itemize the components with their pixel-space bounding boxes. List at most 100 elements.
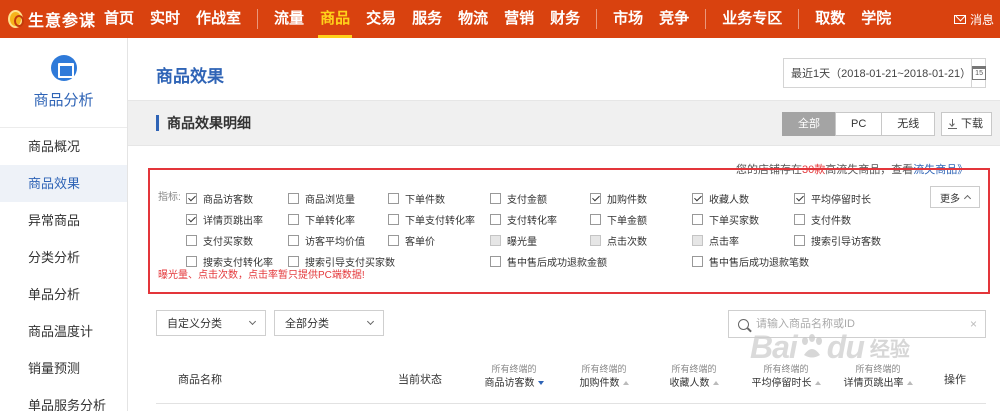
checkbox[interactable] xyxy=(692,255,703,267)
checkbox[interactable] xyxy=(590,213,601,225)
metric-checkbox-item[interactable]: 访客平均价值 xyxy=(288,232,365,248)
metric-checkbox-item[interactable]: 加购件数 xyxy=(590,190,647,206)
download-button[interactable]: 下载 xyxy=(941,112,992,136)
segment-all[interactable]: 全部 xyxy=(782,112,836,136)
checkbox[interactable] xyxy=(490,192,501,204)
col-cart[interactable]: 所有终端的 加购件数 xyxy=(564,362,644,391)
checkbox[interactable] xyxy=(388,213,399,225)
metric-checkbox-item[interactable]: 详情页跳出率 xyxy=(186,211,263,227)
search-box[interactable]: × xyxy=(728,310,986,338)
search-input[interactable] xyxy=(756,318,956,330)
table-header: 商品名称 当前状态 所有终端的 商品访客数 所有终端的 加购件数 所有终端的 收… xyxy=(156,354,986,404)
sidebar-item-thermometer[interactable]: 商品温度计 xyxy=(0,313,127,350)
metric-checkbox-item[interactable]: 商品浏览量 xyxy=(288,190,355,206)
metric-checkbox-item[interactable]: 收藏人数 xyxy=(692,190,749,206)
nav-trade[interactable]: 交易 xyxy=(358,0,404,38)
col-avg-stay[interactable]: 所有终端的 平均停留时长 xyxy=(740,362,832,391)
all-category-value: 全部分类 xyxy=(285,318,329,330)
checkbox[interactable] xyxy=(186,255,197,267)
col-bounce[interactable]: 所有终端的 详情页跳出率 xyxy=(832,362,924,391)
col-visitors[interactable]: 所有终端的 商品访客数 xyxy=(474,362,554,391)
nav-business-zone[interactable]: 业务专区 xyxy=(714,0,790,38)
checkbox[interactable] xyxy=(388,192,399,204)
checkbox[interactable] xyxy=(388,234,399,246)
checkbox[interactable] xyxy=(288,213,299,225)
nav-home[interactable]: 首页 xyxy=(96,0,142,38)
metric-checkbox-item[interactable]: 下单转化率 xyxy=(288,211,355,227)
nav-traffic[interactable]: 流量 xyxy=(266,0,312,38)
logo[interactable]: 生意参谋 xyxy=(0,0,96,38)
checkbox[interactable] xyxy=(288,255,299,267)
segment-pc[interactable]: PC xyxy=(835,112,883,136)
metric-checkbox-item[interactable]: 下单件数 xyxy=(388,190,445,206)
nav-war-room[interactable]: 作战室 xyxy=(188,0,249,38)
metric-checkbox-item[interactable]: 平均停留时长 xyxy=(794,190,871,206)
metrics-panel: 指标: 商品访客数 商品浏览量 下单件数 支付金额 加购件数 收藏人数 平均停留时长 详情页跳… xyxy=(148,168,990,294)
nav-service[interactable]: 服务 xyxy=(404,0,450,38)
nav-market[interactable]: 市场 xyxy=(605,0,651,38)
sidebar-item-abnormal[interactable]: 异常商品 xyxy=(0,202,127,239)
metric-checkbox-item[interactable]: 下单买家数 xyxy=(692,211,759,227)
checkbox[interactable] xyxy=(794,192,805,204)
metric-checkbox-item[interactable]: 售中售后成功退款金额 xyxy=(490,253,607,269)
checkbox[interactable] xyxy=(794,234,805,246)
sidebar-item-single[interactable]: 单品分析 xyxy=(0,276,127,313)
col-prefix: 所有终端的 xyxy=(671,364,717,374)
nav-message[interactable]: 消息 xyxy=(953,11,1000,28)
metric-checkbox-item[interactable]: 下单支付转化率 xyxy=(388,211,475,227)
metric-label: 下单支付转化率 xyxy=(405,215,475,227)
checkbox[interactable] xyxy=(490,213,501,225)
nav-competition[interactable]: 竞争 xyxy=(651,0,697,38)
segment-wireless[interactable]: 无线 xyxy=(881,112,936,136)
checkbox[interactable] xyxy=(794,213,805,225)
nav-marketing[interactable]: 营销 xyxy=(496,0,542,38)
metric-checkbox-item[interactable]: 点击率 xyxy=(692,232,739,248)
logo-text: 生意参谋 xyxy=(27,13,96,30)
nav-data-fetch[interactable]: 取数 xyxy=(807,0,853,38)
checkbox[interactable] xyxy=(186,192,197,204)
sidebar-item-service[interactable]: 单品服务分析 xyxy=(0,387,127,411)
metric-checkbox-item[interactable]: 支付买家数 xyxy=(186,232,253,248)
metric-checkbox-item[interactable]: 支付转化率 xyxy=(490,211,557,227)
nav-finance[interactable]: 财务 xyxy=(542,0,588,38)
metric-checkbox-item[interactable]: 搜索引导访客数 xyxy=(794,232,881,248)
sidebar-item-goods-effect[interactable]: 商品效果 xyxy=(0,165,127,202)
metric-checkbox-item[interactable]: 客单价 xyxy=(388,232,435,248)
nav-logistics[interactable]: 物流 xyxy=(450,0,496,38)
checkbox[interactable] xyxy=(590,192,601,204)
date-range-picker[interactable]: 最近1天（2018-01-21~2018-01-21） 15 xyxy=(783,58,987,88)
all-category-select[interactable]: 全部分类 xyxy=(274,310,384,336)
metric-checkbox-item[interactable]: 下单金额 xyxy=(590,211,647,227)
custom-category-select[interactable]: 自定义分类 xyxy=(156,310,266,336)
close-icon[interactable]: × xyxy=(970,317,977,331)
more-button[interactable]: 更多 xyxy=(930,186,980,208)
checkbox[interactable] xyxy=(590,234,601,246)
nav-goods[interactable]: 商品 xyxy=(312,0,358,38)
checkbox[interactable] xyxy=(692,192,703,204)
envelope-icon xyxy=(953,14,966,24)
checkbox[interactable] xyxy=(490,234,501,246)
metric-checkbox-item[interactable]: 支付件数 xyxy=(794,211,851,227)
checkbox[interactable] xyxy=(692,234,703,246)
checkbox[interactable] xyxy=(288,192,299,204)
metric-checkbox-item[interactable]: 商品访客数 xyxy=(186,190,253,206)
checkbox[interactable] xyxy=(186,213,197,225)
col-favorites[interactable]: 所有终端的 收藏人数 xyxy=(654,362,734,391)
device-segment: 全部 PC 无线 xyxy=(782,112,936,136)
checkbox[interactable] xyxy=(490,255,501,267)
metric-checkbox-item[interactable]: 点击次数 xyxy=(590,232,647,248)
metric-checkbox-item[interactable]: 售中售后成功退款笔数 xyxy=(692,253,809,269)
checkbox[interactable] xyxy=(186,234,197,246)
metric-checkbox-item[interactable]: 支付金额 xyxy=(490,190,547,206)
metric-label: 客单价 xyxy=(405,236,435,248)
checkbox[interactable] xyxy=(288,234,299,246)
sidebar-item-overview[interactable]: 商品概况 xyxy=(0,128,127,165)
sidebar-item-category[interactable]: 分类分析 xyxy=(0,239,127,276)
col-prefix: 所有终端的 xyxy=(763,364,809,374)
calendar-button[interactable]: 15 xyxy=(971,59,987,87)
nav-academy[interactable]: 学院 xyxy=(853,0,899,38)
nav-realtime[interactable]: 实时 xyxy=(142,0,188,38)
metric-checkbox-item[interactable]: 曝光量 xyxy=(490,232,537,248)
sidebar-item-forecast[interactable]: 销量预测 xyxy=(0,350,127,387)
checkbox[interactable] xyxy=(692,213,703,225)
